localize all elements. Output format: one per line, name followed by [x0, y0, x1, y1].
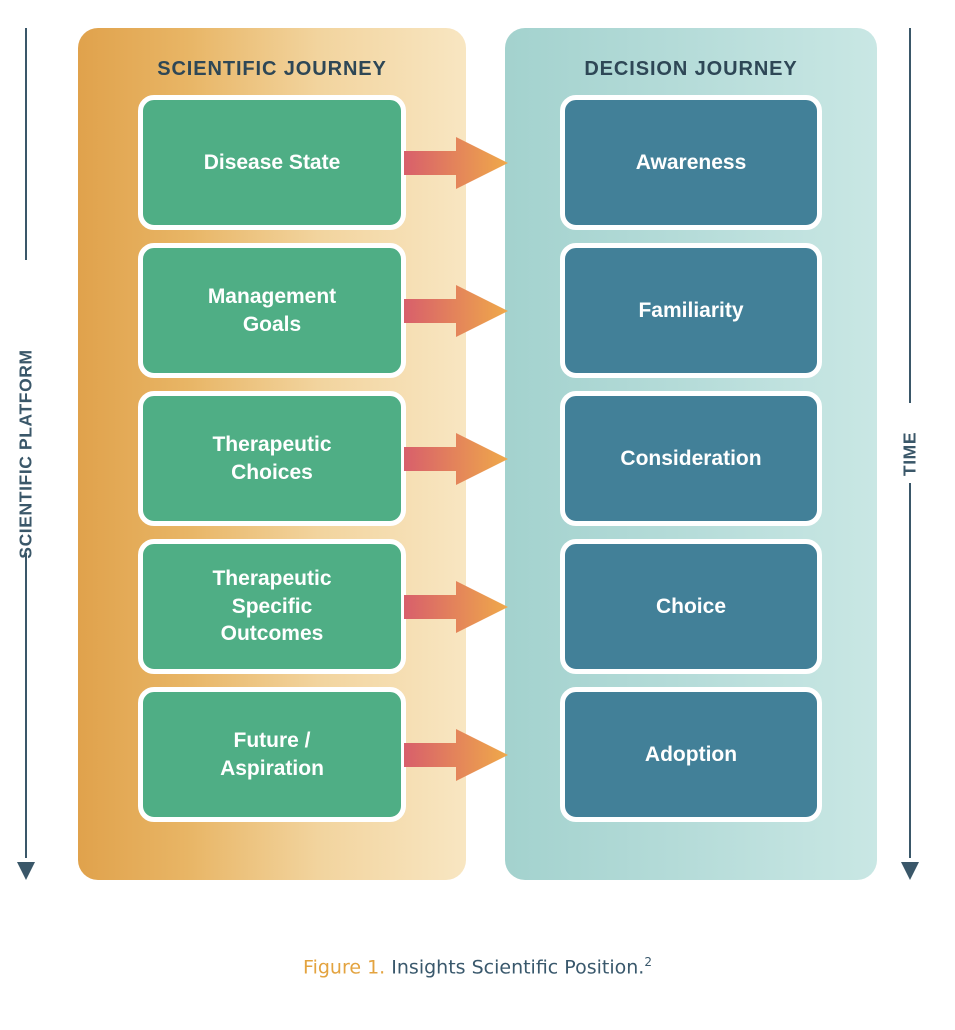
right-arrow-icon — [404, 580, 508, 633]
node-consideration[interactable]: Consideration — [560, 391, 822, 526]
down-arrow-icon — [901, 862, 919, 880]
node-therapeutic-choices[interactable]: Therapeutic Choices — [138, 391, 406, 526]
node-stack-decision-journey: Awareness Familiarity Consideration Choi… — [560, 95, 822, 822]
axis-scientific-platform: SCIENTIFIC PLATFORM — [6, 28, 46, 880]
connector-arrow-3 — [404, 432, 508, 486]
axis-line-lower — [25, 553, 27, 858]
right-arrow-icon — [404, 136, 508, 189]
panel-heading-decision-journey: DECISION JOURNEY — [584, 58, 798, 80]
figure-caption-text: Insights Scientific Position. — [391, 956, 645, 979]
figure-caption-label: Figure 1. — [303, 956, 386, 979]
connector-arrow-2 — [404, 284, 508, 338]
node-adoption[interactable]: Adoption — [560, 687, 822, 822]
right-arrow-icon — [404, 284, 508, 337]
figure-caption-reference: 2 — [644, 955, 652, 969]
figure-container: SCIENTIFIC PLATFORM TIME SCIENTIFIC JOUR… — [0, 0, 955, 1030]
right-arrow-icon — [404, 728, 508, 781]
node-future-aspiration[interactable]: Future / Aspiration — [138, 687, 406, 822]
node-management-goals[interactable]: Management Goals — [138, 243, 406, 378]
node-awareness[interactable]: Awareness — [560, 95, 822, 230]
connector-arrow-5 — [404, 728, 508, 782]
node-familiarity[interactable]: Familiarity — [560, 243, 822, 378]
connector-arrow-1 — [404, 136, 508, 190]
right-arrow-icon — [404, 432, 508, 485]
figure-caption: Figure 1. Insights Scientific Position.2 — [0, 955, 955, 978]
connector-arrow-4 — [404, 580, 508, 634]
down-arrow-icon — [17, 862, 35, 880]
panel-heading-scientific-journey: SCIENTIFIC JOURNEY — [157, 58, 387, 80]
axis-label-scientific-platform: SCIENTIFIC PLATFORM — [15, 349, 36, 559]
axis-time: TIME — [890, 28, 930, 880]
axis-line-upper — [909, 28, 911, 403]
node-choice[interactable]: Choice — [560, 539, 822, 674]
node-therapeutic-specific-outcomes[interactable]: Therapeutic Specific Outcomes — [138, 539, 406, 674]
node-disease-state[interactable]: Disease State — [138, 95, 406, 230]
axis-line-lower — [909, 483, 911, 858]
axis-label-time: TIME — [899, 431, 920, 477]
node-stack-scientific-journey: Disease State Management Goals Therapeuti… — [138, 95, 406, 822]
axis-line-upper — [25, 28, 27, 260]
